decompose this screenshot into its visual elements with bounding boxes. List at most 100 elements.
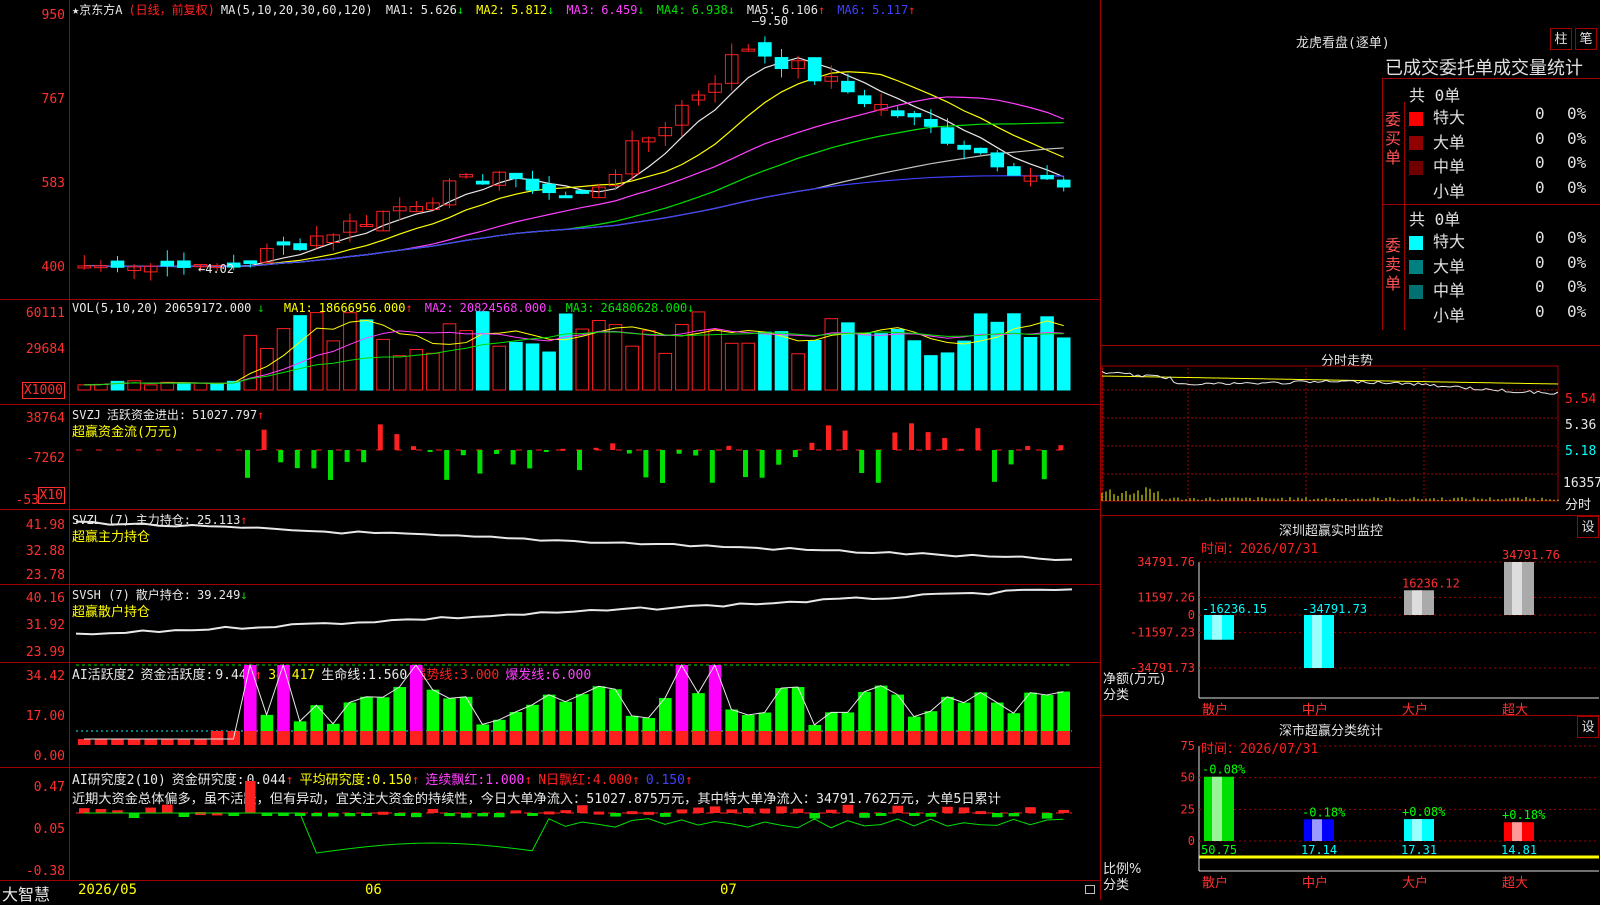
volume-bar [558,313,573,391]
research-bar [709,806,721,813]
activity-base [443,731,456,745]
volume-bar [492,345,507,391]
volume-bar [94,383,108,391]
candle-body [890,110,905,117]
lock-icon[interactable] [1085,885,1095,894]
svzj-pane[interactable]: 38764 -7262 -53 X10 SVZJ 活跃资金进出: 51027.797… [0,405,1100,510]
date-axis-jul: 07 [720,882,737,898]
svzl-pane[interactable]: 41.98 32.88 23.78 SVZL (7) 主力持仓: 25.113↑ 超… [0,510,1100,585]
volume-bar [143,384,158,391]
flow-bar [859,450,865,473]
volume-bar [293,315,307,391]
research-bar [676,809,688,813]
tick-mode-button[interactable]: 笔 [1575,28,1597,50]
sz-classify-chart[interactable]: 75 50 25 0 -0.08% 散户 -0.18% 中户 +0.08% 大户 +0.18% 超大 5… [1101,716,1600,901]
flow-bar [1041,450,1047,480]
ai-research-pane[interactable]: 0.47 0.05 -0.38 AI研究度2(10) 资金研究度: 0.044↑ 平均… [0,768,1100,880]
volume-bar [890,328,905,391]
intraday-ytick: 5.36 [1565,418,1597,433]
flow-bar [842,430,848,450]
research-bar [792,808,804,813]
svzl-chart[interactable] [0,510,1100,585]
activity-base [957,731,971,745]
activity-base [410,731,423,745]
svzj-chart[interactable] [0,405,1100,510]
research-bar [875,813,887,816]
activity-base [775,731,788,745]
sz-monitor-chart[interactable]: 34791.76 11597.26 0 -11597.23 -34791.73 -1623… [1101,516,1600,716]
ai-active-pane[interactable]: 34.42 17.00 0.00 AI活跃度2 资金活跃度: 9.445↑ 34.41… [0,663,1100,768]
svsh-pane[interactable]: 40.16 31.92 23.99 SVSH (7) 散户持仓: 39.249↓ 超… [0,585,1100,663]
ai-active-chart[interactable] [0,663,1100,768]
volume-bar [77,384,92,391]
volume-bar [774,331,789,391]
ai-research-chart[interactable] [0,768,1100,880]
svsh-chart[interactable] [0,585,1100,663]
activity-bar [194,739,207,745]
order-row: 特大 0 0% [1409,104,1586,128]
volume-bar [475,311,490,391]
category-pct-label: 17.14 [1301,843,1337,857]
volume-bar [641,330,656,391]
order-row: 大单 0 0% [1409,253,1586,277]
activity-base [659,731,672,745]
flow-bar [660,450,665,483]
flow-bar [892,432,898,450]
flow-bar [643,450,649,478]
activity-base [260,731,274,745]
lhb-col-divider [1404,102,1405,330]
volume-bar [658,352,673,391]
activity-base [692,731,705,745]
order-type: 中单 [1433,281,1466,300]
flow-bar [510,450,516,465]
volume-bar [392,355,407,391]
intraday-ytick: 5.54 [1565,392,1597,407]
lhb-divider [1382,204,1600,205]
volume-bar [326,340,341,391]
flow-bar [444,450,450,480]
volume-bar [691,311,706,391]
volume-bar [575,328,590,391]
vol-pane[interactable]: 60111 29684 X1000 VOL(5,10,20) 20659172.0… [0,300,1100,405]
research-bar [344,813,356,817]
intraday-chart[interactable] [1101,346,1600,516]
activity-base [808,731,821,745]
lhb-subtitle: 已成交委托单成交量统计 [1385,58,1583,79]
flow-bar [809,442,815,450]
bar-highlight [1512,562,1522,615]
kline-chart[interactable] [0,0,1100,300]
vol-chart[interactable] [0,300,1100,405]
ma-line [84,175,1064,268]
activity-base [210,731,224,745]
research-bar [975,811,986,815]
kline-pane[interactable]: 950 767 583 400 ★京东方A (日线，前复权) MA(5,10,20,… [0,0,1100,300]
sz-monitor-panel: 深圳超赢实时监控 设 时间：2026/07/31 34791.76 11597.2… [1100,515,1600,716]
flow-bar [394,434,400,450]
research-bar [245,781,256,813]
activity-base [393,731,406,745]
volume-bar [459,330,473,391]
volume-bar [990,321,1005,391]
research-bar [394,813,405,816]
category-pct-label: 50.75 [1201,843,1237,857]
volume-bar [177,383,191,391]
volume-bar [127,380,141,391]
activity-base [459,731,473,745]
candle-body [160,260,175,267]
order-type: 大单 [1433,256,1466,276]
candle-body [807,57,822,82]
flow-bar [992,450,997,482]
candle-body [1007,166,1021,176]
flow-bar [676,450,682,454]
order-row: 小单 0 0% [1409,302,1586,326]
flow-bar [328,450,333,480]
bar-highlight [1312,819,1322,841]
bar-value-label: 34791.76 [1502,548,1560,562]
activity-base [642,731,655,745]
order-pct: 0% [1567,277,1587,296]
activity-base [1007,731,1021,745]
volume-bar [1040,316,1054,391]
flow-bar [709,450,715,483]
bar-mode-button[interactable]: 柱 [1550,28,1572,50]
activity-base [841,731,855,745]
